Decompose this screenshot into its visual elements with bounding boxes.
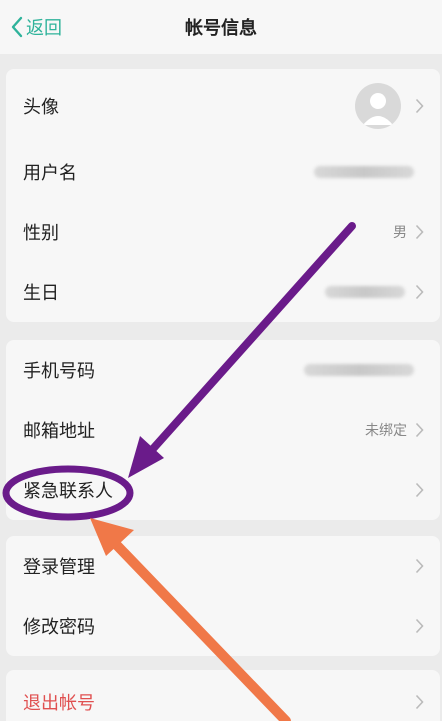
chevron-right-icon [415, 284, 424, 300]
email-row[interactable]: 邮箱地址 未绑定 [6, 400, 440, 460]
security-group: 登录管理 修改密码 [6, 536, 440, 656]
user-icon [363, 92, 393, 125]
emergency-contact-label: 紧急联系人 [23, 481, 113, 502]
gender-value: 男 [393, 225, 407, 241]
login-management-label: 登录管理 [23, 557, 95, 578]
phone-value-blurred [304, 364, 414, 376]
login-management-row[interactable]: 登录管理 [6, 536, 440, 596]
gender-row[interactable]: 性别 男 [6, 202, 440, 262]
birthday-label: 生日 [23, 283, 59, 304]
username-label: 用户名 [23, 163, 77, 184]
contact-group: 手机号码 邮箱地址 未绑定 紧急联系人 [6, 340, 440, 520]
emergency-contact-row[interactable]: 紧急联系人 [6, 460, 440, 520]
birthday-row[interactable]: 生日 [6, 262, 440, 322]
change-password-row[interactable]: 修改密码 [6, 596, 440, 656]
email-value: 未绑定 [365, 423, 407, 439]
profile-group: 头像 用户名 性别 男 生日 [6, 69, 440, 322]
chevron-right-icon [415, 98, 424, 113]
username-value-blurred [314, 166, 414, 178]
avatar-label: 头像 [23, 96, 59, 118]
avatar [355, 82, 401, 129]
logout-label: 退出帐号 [23, 693, 95, 714]
navigation-bar: 返回 帐号信息 [0, 0, 442, 54]
phone-label: 手机号码 [23, 361, 95, 382]
avatar-row[interactable]: 头像 [6, 69, 440, 142]
email-label: 邮箱地址 [23, 421, 95, 442]
logout-row[interactable]: 退出帐号 [6, 670, 440, 721]
chevron-right-icon [415, 482, 424, 498]
gender-label: 性别 [23, 223, 59, 244]
chevron-right-icon [415, 558, 424, 574]
phone-row[interactable]: 手机号码 [6, 340, 440, 400]
chevron-right-icon [415, 224, 424, 240]
birthday-value-blurred [325, 286, 405, 298]
chevron-right-icon [415, 618, 424, 634]
chevron-right-icon [415, 422, 424, 438]
logout-group: 退出帐号 [6, 670, 440, 721]
change-password-label: 修改密码 [23, 617, 95, 638]
username-row[interactable]: 用户名 [6, 142, 440, 202]
chevron-right-icon [415, 694, 424, 710]
page-title: 帐号信息 [185, 18, 257, 39]
